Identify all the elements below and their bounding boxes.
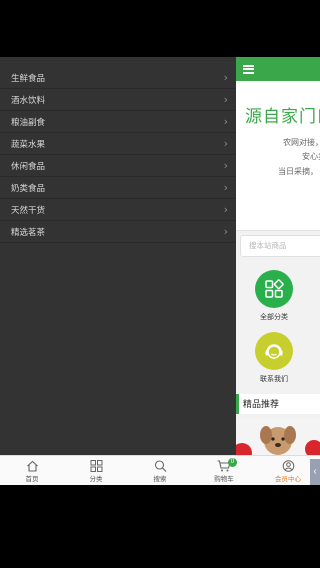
tab-cart[interactable]: 购物车 0 xyxy=(192,456,256,485)
tab-category[interactable]: 分类 xyxy=(64,456,128,485)
menu-toggle-icon[interactable] xyxy=(243,64,254,74)
chevron-right-icon: › xyxy=(223,115,228,128)
tab-label: 首页 xyxy=(25,476,39,483)
chevron-right-icon: › xyxy=(223,137,228,150)
home-icon xyxy=(26,460,38,472)
hero-text-line: 当日采摘， xyxy=(278,167,318,176)
menu-item-dried-goods[interactable]: 天然干货 › xyxy=(0,199,236,221)
side-menu: 生鲜食品 › 酒水饮料 › 粮油副食 › 蔬菜水果 › 休闲食品 › 奶类食品 › 天然干货… xyxy=(0,57,236,455)
chevron-right-icon: › xyxy=(223,71,228,84)
menu-item-label: 粮油副食 xyxy=(11,116,46,127)
tab-label: 购物车 xyxy=(214,476,234,483)
category-label: 全部分类 xyxy=(260,314,288,321)
menu-item-fresh[interactable]: 生鲜食品 › xyxy=(0,67,236,89)
main-page: 源自家门口 农网对接， 安心卖 当日采摘， 搜本站商品 全部分类 联系我们 精品… xyxy=(236,57,320,455)
menu-item-grain-oil[interactable]: 粮油副食 › xyxy=(0,111,236,133)
top-bar xyxy=(236,57,320,81)
user-icon xyxy=(282,460,294,472)
chevron-right-icon: › xyxy=(223,225,228,238)
search-input[interactable]: 搜本站商品 xyxy=(240,235,320,257)
tab-label: 会员中心 xyxy=(275,476,301,483)
chevron-left-icon[interactable]: ‹ xyxy=(310,459,320,485)
menu-item-label: 休闲食品 xyxy=(11,160,46,171)
menu-item-label: 奶类食品 xyxy=(11,182,46,193)
tab-label: 搜索 xyxy=(153,476,167,483)
chevron-right-icon: › xyxy=(223,93,228,106)
hero-text-line: 农网对接， xyxy=(283,138,320,147)
menu-item-label: 酒水饮料 xyxy=(11,94,46,105)
tab-home[interactable]: 首页 xyxy=(0,456,64,485)
cart-count-badge: 0 xyxy=(228,458,237,467)
menu-item-label: 生鲜食品 xyxy=(11,72,46,83)
menu-item-snacks[interactable]: 休闲食品 › xyxy=(0,155,236,177)
menu-item-dairy[interactable]: 奶类食品 › xyxy=(0,177,236,199)
product-image[interactable] xyxy=(236,419,320,455)
category-icon xyxy=(90,460,102,472)
bottom-tab-bar: 首页 分类 搜索 购物车 0 会员中心 xyxy=(0,455,320,485)
headset-icon xyxy=(255,332,293,370)
menu-item-label: 天然干货 xyxy=(11,204,46,215)
menu-item-drinks[interactable]: 酒水饮料 › xyxy=(0,89,236,111)
grid-icon xyxy=(255,270,293,308)
app-screen: 生鲜食品 › 酒水饮料 › 粮油副食 › 蔬菜水果 › 休闲食品 › 奶类食品 › 天然干货… xyxy=(0,57,320,485)
tab-search[interactable]: 搜索 xyxy=(128,456,192,485)
hero-title: 源自家门口 xyxy=(245,107,320,126)
menu-item-label: 蔬菜水果 xyxy=(11,138,46,149)
category-all[interactable]: 全部分类 xyxy=(244,270,304,322)
hero-text-line: 安心卖 xyxy=(302,152,320,161)
menu-item-veg-fruit[interactable]: 蔬菜水果 › xyxy=(0,133,236,155)
menu-item-label: 精选茗茶 xyxy=(11,226,46,237)
chevron-right-icon: › xyxy=(223,159,228,172)
recommend-section-title: 精品推荐 xyxy=(236,394,320,414)
hero-banner: 源自家门口 农网对接， 安心卖 当日采摘， xyxy=(236,81,320,231)
category-contact[interactable]: 联系我们 xyxy=(244,332,304,384)
menu-item-tea[interactable]: 精选茗茶 › xyxy=(0,221,236,243)
tab-label: 分类 xyxy=(89,476,103,483)
category-label: 联系我们 xyxy=(260,376,288,383)
chevron-right-icon: › xyxy=(223,181,228,194)
search-icon xyxy=(154,460,166,472)
chevron-right-icon: › xyxy=(223,203,228,216)
